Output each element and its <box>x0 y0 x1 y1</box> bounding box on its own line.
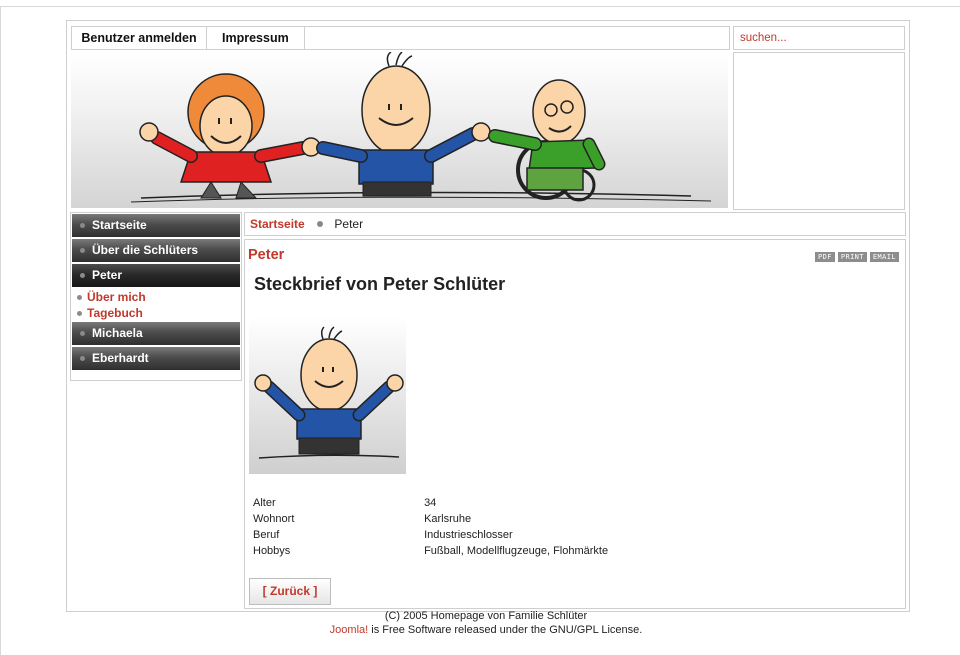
profile-row: Hobbys Fußball, Modellflugzeuge, Flohmär… <box>253 543 608 559</box>
submenu-item-tagebuch[interactable]: Tagebuch <box>71 305 241 321</box>
article-tools: PDF PRINT EMAIL <box>815 252 899 262</box>
content-title: Peter <box>248 247 285 263</box>
pdf-icon[interactable]: PDF <box>815 252 835 262</box>
menu-item-label: Startseite <box>92 218 147 232</box>
breadcrumb-home-link[interactable]: Startseite <box>250 217 305 231</box>
bullet-icon <box>80 223 85 228</box>
profile-value: Fußball, Modellflugzeuge, Flohmärkte <box>424 545 609 557</box>
profile-row: Wohnort Karlsruhe <box>253 511 608 527</box>
license-note: is Free Software released under the GNU/… <box>368 624 643 636</box>
profile-value: Industrieschlosser <box>424 529 513 541</box>
page-heading: Steckbrief von Peter Schlüter <box>254 274 506 294</box>
profile-info: Alter 34 Wohnort Karlsruhe Beruf Industr… <box>253 495 608 559</box>
menu-item-ueber-die-schlueters[interactable]: Über die Schlüters <box>72 239 240 262</box>
profile-label: Wohnort <box>253 513 295 525</box>
bullet-icon <box>80 331 85 336</box>
window-frame-left <box>0 6 1 655</box>
profile-label: Alter <box>253 497 276 509</box>
top-navigation: Benutzer anmelden Impressum <box>71 26 730 50</box>
bullet-icon <box>77 311 82 316</box>
submenu-item-label: Tagebuch <box>87 306 143 320</box>
menu-item-peter[interactable]: Peter <box>72 264 240 287</box>
bullet-icon <box>80 356 85 361</box>
menu-item-label: Michaela <box>92 326 143 340</box>
search-input[interactable] <box>738 27 902 49</box>
profile-value: Karlsruhe <box>424 513 472 525</box>
profile-value: 34 <box>424 497 437 509</box>
peter-cartoon-image <box>254 326 404 459</box>
bullet-icon <box>80 248 85 253</box>
header-banner <box>71 52 728 208</box>
submenu-item-ueber-mich[interactable]: Über mich <box>71 289 241 305</box>
family-cartoon-image <box>130 52 712 203</box>
content-area: Peter PDF PRINT EMAIL Steckbrief von Pet… <box>244 239 906 609</box>
profile-label: Beruf <box>253 529 280 541</box>
profile-row: Alter 34 <box>253 495 608 511</box>
license-text: Joomla! is Free Software released under … <box>0 623 960 637</box>
login-link[interactable]: Benutzer anmelden <box>72 27 207 49</box>
profile-photo <box>249 317 406 474</box>
email-icon[interactable]: EMAIL <box>869 252 899 262</box>
profile-row: Beruf Industrieschlosser <box>253 527 608 543</box>
menu-item-label: Über die Schlüters <box>92 243 199 257</box>
menu-item-startseite[interactable]: Startseite <box>72 214 240 237</box>
menu-item-michaela[interactable]: Michaela <box>72 322 240 345</box>
page-wrapper: Benutzer anmelden Impressum suchen... St… <box>66 20 910 612</box>
submenu-item-label: Über mich <box>87 290 146 304</box>
profile-label: Hobbys <box>253 545 291 557</box>
footer: (C) 2005 Homepage von Familie Schlüter J… <box>0 610 960 637</box>
main-menu: Startseite Über die Schlüters Peter Über… <box>70 212 242 381</box>
menu-item-label: Eberhardt <box>92 351 149 365</box>
bullet-icon <box>80 273 85 278</box>
print-icon[interactable]: PRINT <box>837 252 867 262</box>
breadcrumb-current: Peter <box>334 217 364 231</box>
breadcrumb-separator-icon <box>317 221 324 227</box>
impressum-link[interactable]: Impressum <box>207 27 305 49</box>
window-frame-top <box>0 6 960 7</box>
back-button[interactable]: [ Zurück ] <box>249 578 331 605</box>
bullet-icon <box>77 295 82 300</box>
menu-item-label: Peter <box>92 268 123 282</box>
right-sidebar-box <box>733 52 905 210</box>
breadcrumb: Startseite Peter <box>244 212 906 236</box>
copyright-text: (C) 2005 Homepage von Familie Schlüter <box>384 610 588 622</box>
joomla-link[interactable]: Joomla! <box>330 624 369 636</box>
menu-item-eberhardt[interactable]: Eberhardt <box>72 347 240 370</box>
search-box <box>733 26 905 50</box>
